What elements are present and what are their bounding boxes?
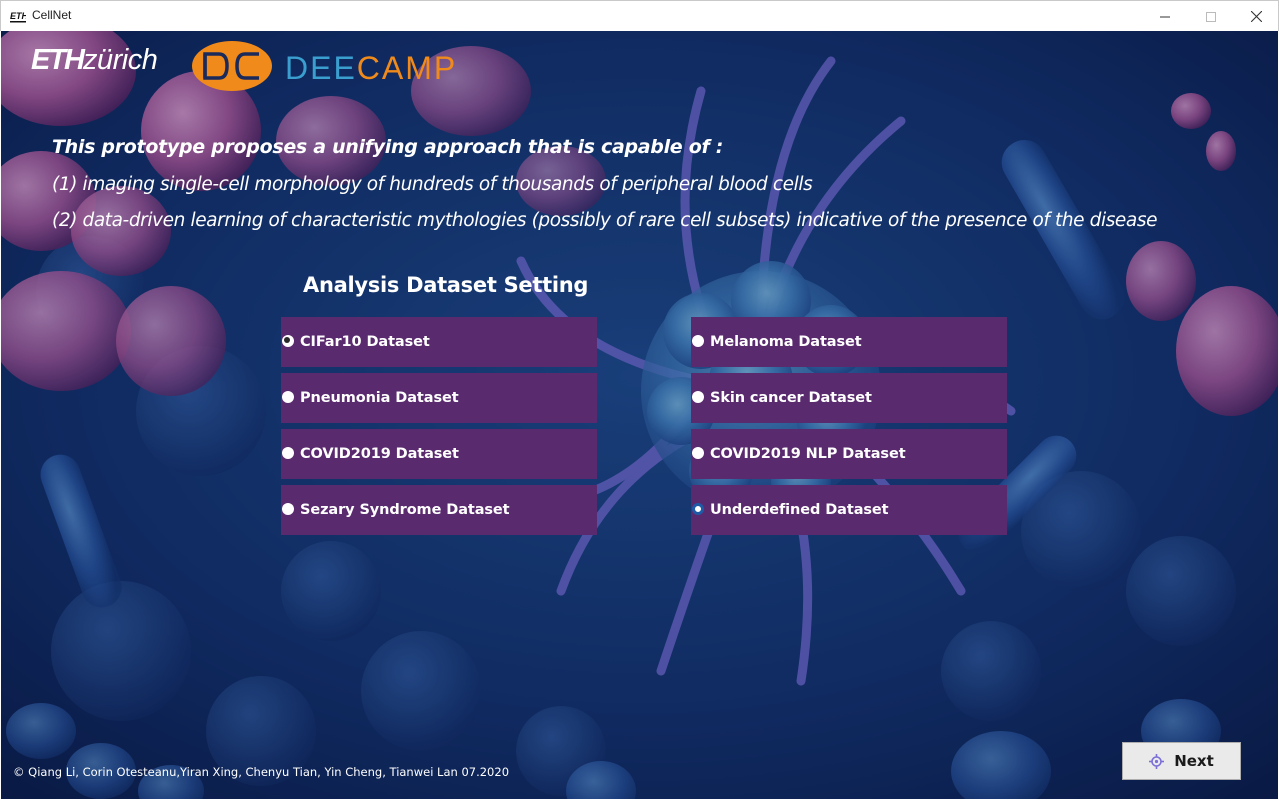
intro-heading: This prototype proposes a unifying appro… <box>52 136 724 158</box>
dataset-option-cifar10[interactable]: CIFar10 Dataset <box>281 317 597 367</box>
minimize-button[interactable] <box>1142 1 1188 32</box>
dataset-option-label: COVID2019 NLP Dataset <box>710 446 906 462</box>
main-content: ETHzürich DEECAMP This prototype propose… <box>1 31 1278 799</box>
dataset-option-label: CIFar10 Dataset <box>300 334 430 350</box>
deecamp-logo: DEECAMP <box>285 50 457 87</box>
window-titlebar[interactable]: ETH CellNet <box>0 0 1279 31</box>
app-icon: ETH <box>10 8 26 24</box>
deecamp-logo-camp: CAMP <box>356 50 458 86</box>
dataset-option-skin-cancer[interactable]: Skin cancer Dataset <box>691 373 1007 423</box>
dataset-option-label: Pneumonia Dataset <box>300 390 459 406</box>
credits-footer: © Qiang Li, Corin Otesteanu,Yiran Xing, … <box>13 765 510 779</box>
next-button[interactable]: Next <box>1122 742 1241 780</box>
dataset-option-sezary-syndrome[interactable]: Sezary Syndrome Dataset <box>281 485 597 535</box>
dataset-option-underdefined[interactable]: Underdefined Dataset <box>691 485 1007 535</box>
section-title: Analysis Dataset Setting <box>303 273 589 297</box>
dc-badge-icon <box>192 41 272 91</box>
radio-button[interactable] <box>692 447 704 459</box>
minimize-icon <box>1160 16 1170 17</box>
close-icon <box>1250 11 1262 22</box>
eth-logo-rest: zürich <box>83 44 158 76</box>
radio-button-selected[interactable] <box>692 503 704 515</box>
dataset-option-label: Sezary Syndrome Dataset <box>300 502 510 518</box>
intro-point-1: (1) imaging single-cell morphology of hu… <box>52 174 813 195</box>
radio-button[interactable] <box>282 335 294 347</box>
eth-zurich-logo: ETHzürich <box>31 44 158 77</box>
dataset-option-label: Underdefined Dataset <box>710 502 889 518</box>
dataset-option-covid2019-nlp[interactable]: COVID2019 NLP Dataset <box>691 429 1007 479</box>
close-button[interactable] <box>1233 1 1279 32</box>
window-title: CellNet <box>32 8 72 22</box>
svg-text:ETH: ETH <box>10 11 26 21</box>
next-button-label: Next <box>1174 752 1214 770</box>
radio-button[interactable] <box>282 447 294 459</box>
dataset-option-pneumonia[interactable]: Pneumonia Dataset <box>281 373 597 423</box>
dataset-option-melanoma[interactable]: Melanoma Dataset <box>691 317 1007 367</box>
radio-button[interactable] <box>282 391 294 403</box>
deecamp-logo-dee: DEE <box>285 50 357 86</box>
radio-button[interactable] <box>692 391 704 403</box>
dataset-option-label: Skin cancer Dataset <box>710 390 872 406</box>
dataset-option-label: Melanoma Dataset <box>710 334 862 350</box>
crosshair-icon <box>1149 753 1165 769</box>
radio-button[interactable] <box>692 335 704 347</box>
intro-point-2: (2) data-driven learning of characterist… <box>52 210 1158 231</box>
radio-button[interactable] <box>282 503 294 515</box>
maximize-icon <box>1206 11 1216 22</box>
dataset-option-covid2019[interactable]: COVID2019 Dataset <box>281 429 597 479</box>
dataset-option-label: COVID2019 Dataset <box>300 446 459 462</box>
maximize-button[interactable] <box>1188 1 1234 32</box>
eth-logo-bold: ETH <box>31 44 85 76</box>
